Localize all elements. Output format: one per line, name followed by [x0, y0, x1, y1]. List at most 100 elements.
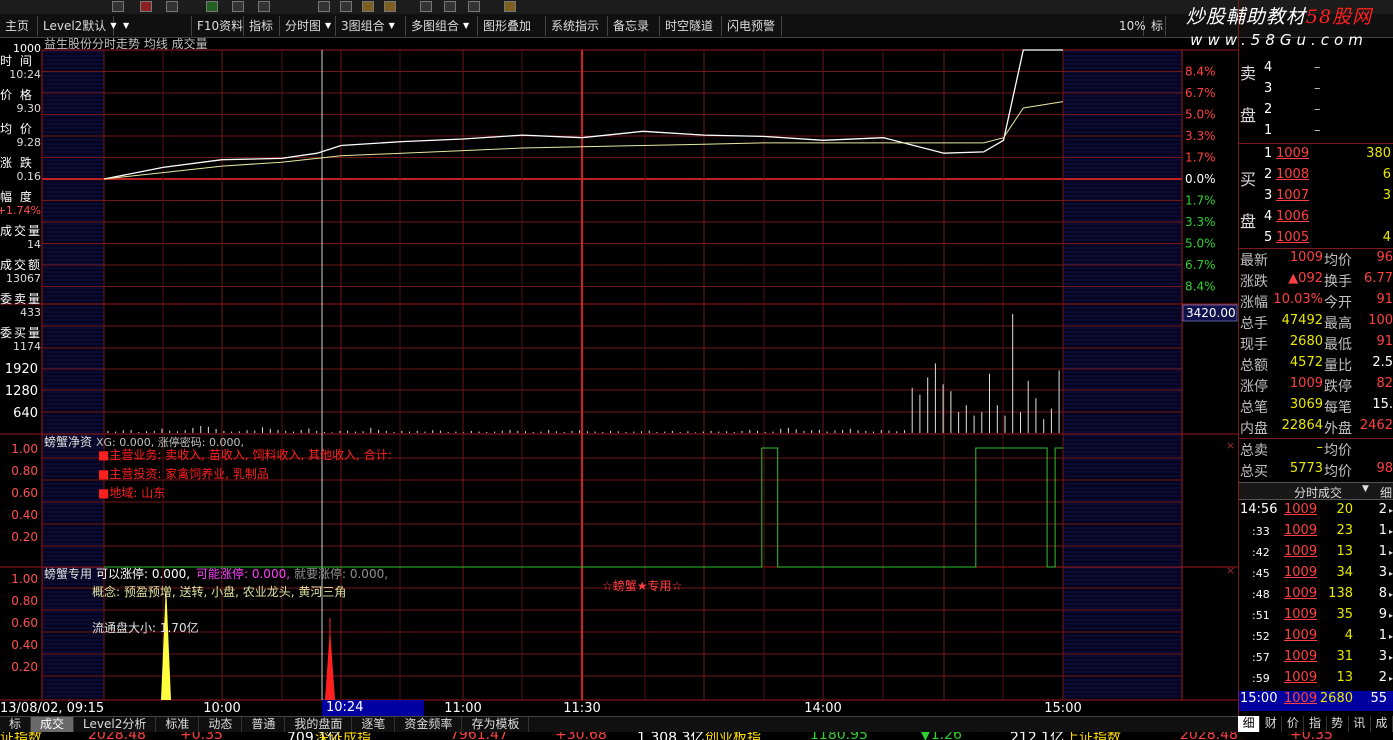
panel1-info-line: ■主营业务: 卖收入, 苗收入, 饲料收入, 其他收入, 合计:: [98, 447, 392, 462]
bottom-tab[interactable]: 逐笔: [352, 717, 396, 732]
ticker-item: 2028.48: [1180, 732, 1238, 740]
bid-price[interactable]: 1009: [1276, 146, 1309, 161]
tool-icon[interactable]: [258, 1, 270, 12]
tool-icon[interactable]: [112, 1, 124, 12]
stat-value: 22864: [1281, 418, 1323, 433]
quote-stat-row: 总手 47492 最高 100: [1238, 313, 1393, 333]
tool-icon[interactable]: [468, 1, 480, 12]
right-tab[interactable]: 势: [1327, 716, 1349, 732]
tick-count: 2: [1378, 670, 1387, 685]
bid-price[interactable]: 1007: [1276, 188, 1309, 203]
stat-label: 总额: [1240, 358, 1268, 374]
time-axis-label: 15:00: [1044, 701, 1081, 716]
chart-area[interactable]: 益生股份分时走势 均线 成交量 8.4% 6.7% 5.0% 3.3% 1.7% 0.0% 1…: [0, 38, 1238, 716]
right-tab[interactable]: 成: [1371, 716, 1393, 732]
toolbar-item-label: 分时图: [285, 19, 322, 33]
tool-icon[interactable]: [504, 1, 516, 12]
right-tab[interactable]: 细: [1238, 716, 1261, 732]
toolbar-item-2[interactable]: ▼: [114, 15, 192, 36]
chevron-down-icon[interactable]: ▼: [325, 21, 331, 30]
bottom-tab[interactable]: 标准: [156, 717, 200, 732]
ask-price: –: [1314, 102, 1321, 117]
ticks-header[interactable]: 分时成交 ▼ 细: [1238, 482, 1393, 500]
volume-tick: 1920: [4, 362, 38, 377]
ticker-item: 创业板指: [705, 732, 761, 740]
tool-icon[interactable]: [166, 1, 178, 12]
ticker-item: +0.35: [180, 732, 223, 740]
tool-icon[interactable]: [206, 1, 218, 12]
bottom-tab[interactable]: 我的盘面: [285, 717, 353, 732]
tool-icon[interactable]: [318, 1, 330, 12]
toolbar-extra[interactable]: 标: [1146, 15, 1166, 36]
panel1-header: XG: 0.000, 涨停密码: 0.000,: [96, 435, 244, 449]
tick-time: :57: [1252, 651, 1270, 664]
bottom-tab[interactable]: 标: [0, 717, 32, 732]
tick-row: :52 1009 4 1 ▸: [1238, 628, 1393, 648]
tool-icon[interactable]: [362, 1, 374, 12]
tick-price: 1009: [1284, 607, 1318, 622]
bid-price[interactable]: 1005: [1276, 230, 1309, 245]
toolbar-item-4[interactable]: 指标: [244, 15, 280, 36]
toolbar-item-12[interactable]: 闪电预警: [722, 15, 782, 36]
toolbar-item-7[interactable]: 多图组合 ▼: [406, 15, 478, 36]
tool-icon[interactable]: [444, 1, 456, 12]
zoom-level[interactable]: 10%: [1114, 15, 1146, 36]
stat-label: 量比: [1324, 358, 1352, 374]
toolbar-item-6[interactable]: 3图组合 ▼: [336, 15, 406, 36]
bottom-tab[interactable]: 资金频率: [395, 717, 463, 732]
tool-icon[interactable]: [340, 1, 352, 12]
tool-icon[interactable]: [140, 1, 152, 12]
chevron-down-icon[interactable]: ▼: [463, 21, 469, 30]
bottom-tab[interactable]: 普通: [242, 717, 286, 732]
bottom-tab[interactable]: 动态: [199, 717, 243, 732]
toolbar-item-11[interactable]: 时空隧道: [660, 15, 722, 36]
tool-icon[interactable]: [420, 1, 432, 12]
tool-icon[interactable]: [232, 1, 244, 12]
ask-row: 1–: [1238, 123, 1393, 143]
toolbar-item-10[interactable]: 备忘录: [608, 15, 660, 36]
bottom-tab[interactable]: 成交: [31, 717, 75, 732]
toolbar-item-0[interactable]: 主页: [0, 15, 38, 36]
toolbar-item-label: 3图组合: [341, 19, 385, 33]
bottom-tab[interactable]: Level2分析: [74, 717, 157, 732]
panel2-banner: ☆螃蟹★专用☆: [602, 578, 682, 593]
stat-label: 外盘: [1324, 421, 1352, 437]
tick-row: :48 1009 138 8 ▸: [1238, 586, 1393, 606]
right-tab[interactable]: 指: [1304, 716, 1327, 732]
toolbar-item-8[interactable]: 图形叠加: [478, 15, 546, 36]
close-icon[interactable]: ×: [1226, 439, 1235, 452]
toolbar-item-label: F10资料: [197, 19, 244, 33]
bid-price[interactable]: 1006: [1276, 209, 1309, 224]
total-row: 总卖 – 均价: [1238, 440, 1393, 460]
toolbar-item-3[interactable]: F10资料: [192, 15, 244, 36]
ask-row: 3–: [1238, 81, 1393, 101]
ask-row: 4–: [1238, 60, 1393, 80]
tick-count: 3: [1378, 565, 1387, 580]
ticker-item: 深证成指: [315, 732, 371, 740]
divider: [1238, 248, 1393, 249]
bid-price[interactable]: 1008: [1276, 167, 1309, 182]
bid-volume: 6: [1382, 167, 1391, 182]
chevron-down-icon[interactable]: ▼: [123, 21, 129, 30]
tool-icon[interactable]: [384, 1, 396, 12]
toolbar-item-9[interactable]: 系统指示: [546, 15, 608, 36]
ticks-tab-label[interactable]: 细: [1380, 484, 1392, 501]
right-tab[interactable]: 讯: [1349, 716, 1371, 732]
bottom-tab[interactable]: 存为模板: [462, 717, 530, 732]
right-tab[interactable]: 价: [1282, 716, 1305, 732]
info-value: 9.30: [16, 102, 42, 115]
quote-stat-row: 最新 1009 均价 96: [1238, 250, 1393, 270]
chevron-down-icon[interactable]: ▼: [389, 21, 395, 30]
time-axis-label: 11:30: [563, 701, 600, 716]
toolbar-item-label: 闪电预警: [727, 19, 776, 33]
close-icon[interactable]: ×: [1226, 564, 1235, 577]
tick-volume: 4: [1344, 628, 1353, 643]
right-tab[interactable]: 财: [1260, 716, 1283, 732]
time-axis-date: 13/08/02, 09:15: [0, 701, 104, 716]
toolbar-item-1[interactable]: Level2默认 ▼: [38, 15, 116, 36]
total-label: 均价: [1324, 443, 1352, 459]
toolbar-item-5[interactable]: 分时图 ▼: [280, 15, 336, 36]
quote-stat-row: 涨跌 ▲092 换手 6.77: [1238, 271, 1393, 291]
stat-value: 3069: [1289, 397, 1323, 412]
chevron-down-icon[interactable]: ▼: [1362, 484, 1369, 494]
